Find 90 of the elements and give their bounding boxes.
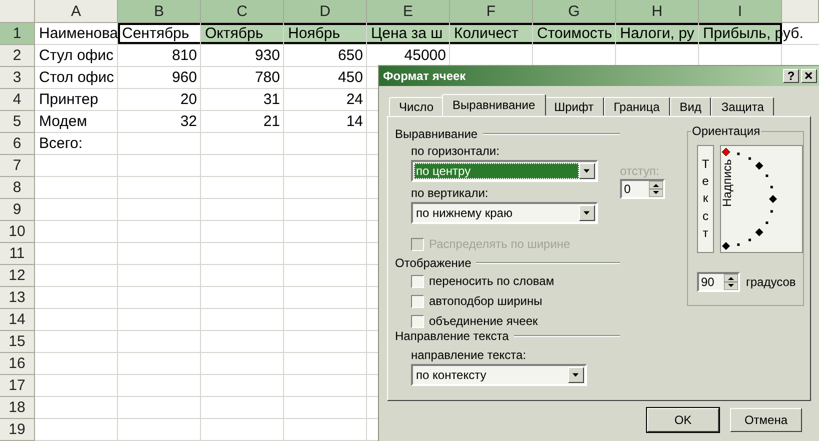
column-header[interactable]: D (284, 0, 367, 23)
tab[interactable]: Шрифт (544, 97, 604, 116)
cell-text: 31 (263, 90, 280, 109)
cell-text: Сентябрь (122, 24, 190, 43)
column-header[interactable]: E (367, 0, 450, 23)
row-header[interactable]: 1 (0, 23, 35, 45)
cell-text: Стул офис (39, 46, 114, 65)
column-header[interactable]: B (118, 0, 201, 23)
row-header[interactable]: 9 (0, 199, 35, 221)
caret-icon[interactable] (568, 367, 584, 383)
checkbox[interactable] (411, 294, 424, 308)
cell-text: Стоимость (537, 24, 612, 43)
row-header[interactable]: 17 (0, 375, 35, 397)
tab[interactable]: Граница (604, 97, 670, 116)
orientation-dial-drawing[interactable] (720, 145, 803, 253)
row-header[interactable]: 11 (0, 243, 35, 265)
row-header[interactable]: 5 (0, 111, 35, 133)
row-header[interactable]: 2 (0, 45, 35, 67)
cell-text: 24 (346, 90, 363, 109)
row-header[interactable]: 10 (0, 221, 35, 243)
row-header[interactable]: 12 (0, 265, 35, 287)
column-header[interactable]: H (616, 0, 699, 23)
horizontal-alignment-select[interactable]: по центру (411, 160, 598, 182)
cell-text: Модем (39, 112, 88, 131)
help-button[interactable]: ? (783, 69, 799, 83)
tab[interactable]: Выравнивание (442, 94, 546, 116)
cell-text: 780 (254, 68, 280, 87)
row-header[interactable]: 4 (0, 89, 35, 111)
column-header[interactable]: C (201, 0, 284, 23)
row-header[interactable]: 7 (0, 155, 35, 177)
row-header[interactable]: 3 (0, 67, 35, 89)
window-title: Формат ячеек (383, 69, 467, 83)
row-header[interactable]: 19 (0, 419, 35, 441)
column-header[interactable]: G (533, 0, 616, 23)
row-header[interactable]: 6 (0, 133, 35, 155)
rotated-text-label: Надпись (720, 159, 734, 207)
text-direction-select[interactable]: по контексту (411, 364, 587, 386)
cell-text: Количест (454, 24, 518, 43)
checkbox-label: переносить по словам (429, 274, 554, 288)
cell-text: 450 (338, 68, 363, 87)
tab[interactable]: Защита (711, 97, 774, 116)
row-header[interactable]: 15 (0, 331, 35, 353)
tab[interactable]: Число (389, 97, 444, 116)
degrees-spinner[interactable]: 90 (697, 272, 740, 292)
row-header[interactable]: 16 (0, 353, 35, 375)
cell-text: Принтер (39, 90, 98, 109)
row-header[interactable]: 18 (0, 397, 35, 419)
vertical-alignment-select[interactable]: по нижнему краю (411, 202, 598, 224)
cell-text: Цена за ш (371, 24, 443, 43)
cell-text: 20 (180, 90, 197, 109)
cell-text: Наименова (39, 24, 118, 43)
spin-arrows-icon[interactable] (649, 181, 663, 197)
cell-text: 650 (338, 46, 363, 65)
caret-icon[interactable] (579, 163, 595, 179)
cell-text: Ноябрь (288, 24, 340, 43)
field-label: направление текста: (411, 348, 526, 362)
cell-text: Стол офис (39, 68, 114, 87)
cell-text: Всего: (39, 134, 82, 153)
column-header[interactable]: A (35, 0, 118, 23)
cell-text: 14 (346, 112, 363, 131)
column-header[interactable]: I (699, 0, 782, 23)
field-label: по вертикали: (411, 186, 488, 200)
section-title: Отображение (395, 256, 472, 270)
cell-text: 960 (172, 68, 197, 87)
cell-text: Налоги, ру (620, 24, 694, 43)
section-title: Направление текста (395, 328, 509, 342)
tab[interactable]: Вид (670, 97, 712, 116)
group-title: Ориентация (691, 124, 762, 138)
cell-text: 45000 (404, 46, 446, 65)
spin-arrows-icon[interactable] (724, 274, 738, 290)
cell-text: 810 (172, 46, 197, 65)
cell-text: 21 (263, 112, 280, 131)
close-icon[interactable] (801, 69, 817, 83)
row-header[interactable]: 13 (0, 287, 35, 309)
column-header[interactable]: F (450, 0, 533, 23)
checkbox-label: объединение ячеек (429, 314, 538, 328)
cell-text: Октябрь (205, 24, 264, 43)
cell-text: 930 (254, 46, 280, 65)
checkbox[interactable] (411, 274, 424, 288)
caret-icon[interactable] (579, 205, 595, 221)
checkbox-label: автоподбор ширины (429, 294, 542, 308)
field-label: градусов (746, 275, 796, 289)
ok-button[interactable]: OK (647, 408, 719, 432)
checkbox[interactable] (411, 314, 424, 328)
section-title: Выравнивание (395, 126, 478, 140)
cancel-button[interactable]: Отмена (730, 408, 802, 432)
field-label: по горизонтали: (411, 144, 500, 158)
row-header[interactable]: 8 (0, 177, 35, 199)
row-header[interactable]: 14 (0, 309, 35, 331)
cell-text: 32 (180, 112, 197, 131)
